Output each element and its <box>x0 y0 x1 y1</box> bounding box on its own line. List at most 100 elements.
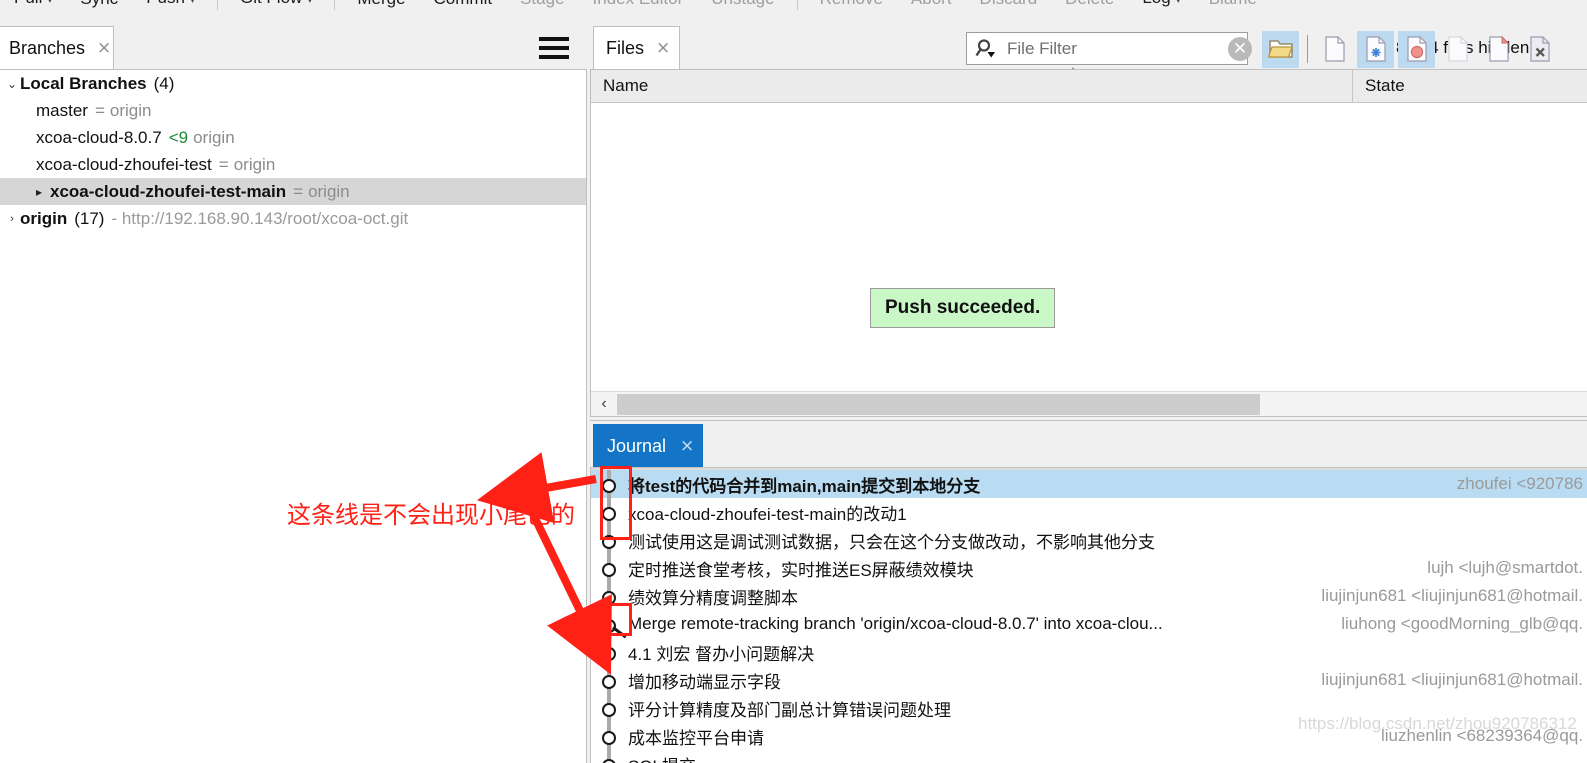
journal-row[interactable]: 绩效算分精度调整脚本 liujinjun681 <liujinjun681@hot… <box>591 582 1587 610</box>
toolbar-button-stage[interactable]: Stage <box>506 0 578 14</box>
group-label: Local Branches <box>20 73 147 93</box>
toolbar-button-label: Discard <box>980 0 1038 8</box>
journal-row[interactable]: 定时推送食堂考核，实时推送ES屏蔽绩效模块 lujh <lujh@smartdot… <box>591 554 1587 582</box>
commit-message: 将test的代码合并到main,main提交到本地分支 <box>628 476 981 496</box>
tab-journal[interactable]: Journal × <box>593 424 703 468</box>
toolbar-button-sync[interactable]: Sync <box>66 0 132 14</box>
toolbar-separator <box>334 0 336 10</box>
search-icon[interactable] <box>975 37 1001 61</box>
file-delete-icon[interactable] <box>1521 31 1558 68</box>
journal-row[interactable]: xcoa-cloud-zhoufei-test-main的改动1 <box>591 498 1587 526</box>
toolbar-button-delete[interactable]: Delete <box>1051 0 1128 14</box>
remote-label: origin <box>20 208 68 228</box>
file-filter-input[interactable] <box>1001 38 1228 59</box>
column-header-name[interactable]: Name <box>591 70 1353 103</box>
group-count: (4) <box>153 73 175 93</box>
commit-node <box>602 591 616 605</box>
commit-message: SQL提交 <box>625 752 696 763</box>
branches-tree[interactable]: ⌄ Local Branches (4) master = origin xco… <box>0 69 587 763</box>
file-modified-icon[interactable] <box>1398 30 1435 68</box>
commit-message: 4.1 刘宏 督办小问题解决 <box>628 644 815 664</box>
push-succeeded-toast: Push succeeded. <box>870 288 1056 328</box>
file-filter-box[interactable]: ✕ <box>966 32 1252 65</box>
close-icon[interactable]: × <box>97 40 111 57</box>
scrollbar-thumb[interactable] <box>617 393 1260 415</box>
commit-node <box>602 759 616 763</box>
commit-node <box>602 731 616 745</box>
file-untracked-icon[interactable] <box>1439 31 1476 68</box>
commit-graph-cell <box>591 582 625 610</box>
branch-item-master[interactable]: master = origin <box>0 97 586 124</box>
branch-tracking-symbol: = <box>293 181 304 201</box>
journal-row[interactable]: 测试使用这是调试测试数据，只会在这个分支做改动，不影响其他分支 <box>591 526 1587 554</box>
scroll-left-icon[interactable]: ‹ <box>591 392 617 417</box>
toolbar-button-abort[interactable]: Abort <box>897 0 966 14</box>
branch-item-xcoa-cloud-807[interactable]: xcoa-cloud-8.0.7 <9 origin <box>0 124 586 151</box>
tab-branches-label: Branches <box>9 38 86 58</box>
commit-graph-cell <box>591 638 625 666</box>
journal-row[interactable]: 增加移动端显示字段 liujinjun681 <liujinjun681@hotm… <box>591 666 1587 694</box>
main-toolbar: Pull ▾ Sync Push ▾ Git Flow ▾ Merge Commit Stage I… <box>0 0 1587 22</box>
toolbar-separator <box>1307 35 1308 63</box>
toolbar-button-label: Merge <box>357 0 405 8</box>
tab-files[interactable]: Files × <box>593 26 680 70</box>
chevron-down-icon[interactable]: ▾ <box>307 0 312 6</box>
commit-graph-cell <box>591 470 625 498</box>
commit-message: xcoa-cloud-zhoufei-test-main的改动1 <box>628 504 907 524</box>
chevron-down-icon[interactable]: ▾ <box>190 0 195 6</box>
branch-item-xcoa-cloud-zhoufei-test[interactable]: xcoa-cloud-zhoufei-test = origin <box>0 151 586 178</box>
toolbar-button-index-editor[interactable]: Index Editor <box>579 0 698 14</box>
files-list-panel: Name State Push succeeded. ‹ <box>590 69 1587 417</box>
tree-group-origin[interactable]: › origin (17) - http://192.168.90.143/ro… <box>0 205 586 232</box>
file-new-icon[interactable] <box>1480 31 1517 68</box>
file-blank-icon[interactable] <box>1316 31 1353 68</box>
chevron-down-icon[interactable]: ▾ <box>47 0 52 6</box>
journal-row[interactable]: 4.1 刘宏 督办小问题解决 <box>591 638 1587 666</box>
file-state-filter-toolbar <box>1262 29 1558 69</box>
commit-node <box>602 675 616 689</box>
close-icon[interactable]: × <box>680 437 694 455</box>
toolbar-separator <box>216 0 218 10</box>
chevron-down-icon[interactable]: ▾ <box>1176 0 1181 6</box>
toolbar-button-label: Log <box>1142 0 1170 7</box>
journal-row[interactable]: Merge remote-tracking branch 'origin/xco… <box>591 610 1587 639</box>
commit-graph-cell <box>591 498 625 526</box>
tab-branches[interactable]: Branches × <box>0 26 114 70</box>
toolbar-button-unstage[interactable]: Unstage <box>697 0 788 14</box>
journal-row[interactable]: 将test的代码合并到main,main提交到本地分支 zhoufei <9207… <box>591 470 1587 498</box>
toolbar-button-git-flow[interactable]: Git Flow ▾ <box>226 0 326 16</box>
commit-message: 测试使用这是调试测试数据，只会在这个分支做改动，不影响其他分支 <box>628 532 1155 552</box>
column-header-state[interactable]: State <box>1353 70 1587 103</box>
toolbar-button-discard[interactable]: Discard <box>966 0 1052 14</box>
journal-row[interactable]: SQL提交 <box>591 750 1587 763</box>
close-icon[interactable]: × <box>656 40 670 57</box>
chevron-right-icon[interactable]: ▸ <box>36 185 50 199</box>
commit-graph-cell <box>591 694 625 722</box>
commit-graph-cell <box>591 750 625 763</box>
toolbar-button-push[interactable]: Push ▾ <box>132 0 209 16</box>
toolbar-button-remove[interactable]: Remove <box>806 0 897 14</box>
watermark-text: https://blog.csdn.net/zhou920786312 <box>1298 714 1577 733</box>
toolbar-button-commit[interactable]: Commit <box>420 0 507 14</box>
commit-node <box>602 647 616 661</box>
commit-message: 增加移动端显示字段 <box>628 672 781 692</box>
clear-circle-icon[interactable]: ✕ <box>1228 36 1252 61</box>
open-folder-icon[interactable] <box>1262 30 1299 68</box>
tree-group-local-branches[interactable]: ⌄ Local Branches (4) <box>0 70 586 97</box>
toolbar-button-log[interactable]: Log ▾ <box>1128 0 1194 16</box>
toolbar-items: Pull ▾ Sync Push ▾ Git Flow ▾ Merge Commit Stage I… <box>0 0 1271 14</box>
chevron-right-icon[interactable]: › <box>4 213 20 225</box>
branch-tracking-remote: origin <box>233 154 276 174</box>
files-list-body[interactable]: Push succeeded. <box>591 103 1587 394</box>
toolbar-button-label: Stage <box>520 0 564 8</box>
commit-message: Merge remote-tracking branch 'origin/xco… <box>628 614 1163 633</box>
chevron-down-icon[interactable]: ⌄ <box>4 77 20 91</box>
toolbar-button-merge[interactable]: Merge <box>343 0 419 14</box>
branch-item-xcoa-cloud-zhoufei-test-main[interactable]: ▸ xcoa-cloud-zhoufei-test-main = origin <box>0 178 586 205</box>
file-conflict-icon[interactable] <box>1357 30 1394 68</box>
toolbar-button-pull[interactable]: Pull ▾ <box>0 0 66 16</box>
toolbar-button-blame[interactable]: Blame <box>1195 0 1271 14</box>
files-horizontal-scrollbar[interactable]: ‹ <box>591 391 1587 416</box>
commit-message: 评分计算精度及部门副总计算错误问题处理 <box>628 700 951 720</box>
hamburger-menu-icon[interactable] <box>539 37 569 59</box>
